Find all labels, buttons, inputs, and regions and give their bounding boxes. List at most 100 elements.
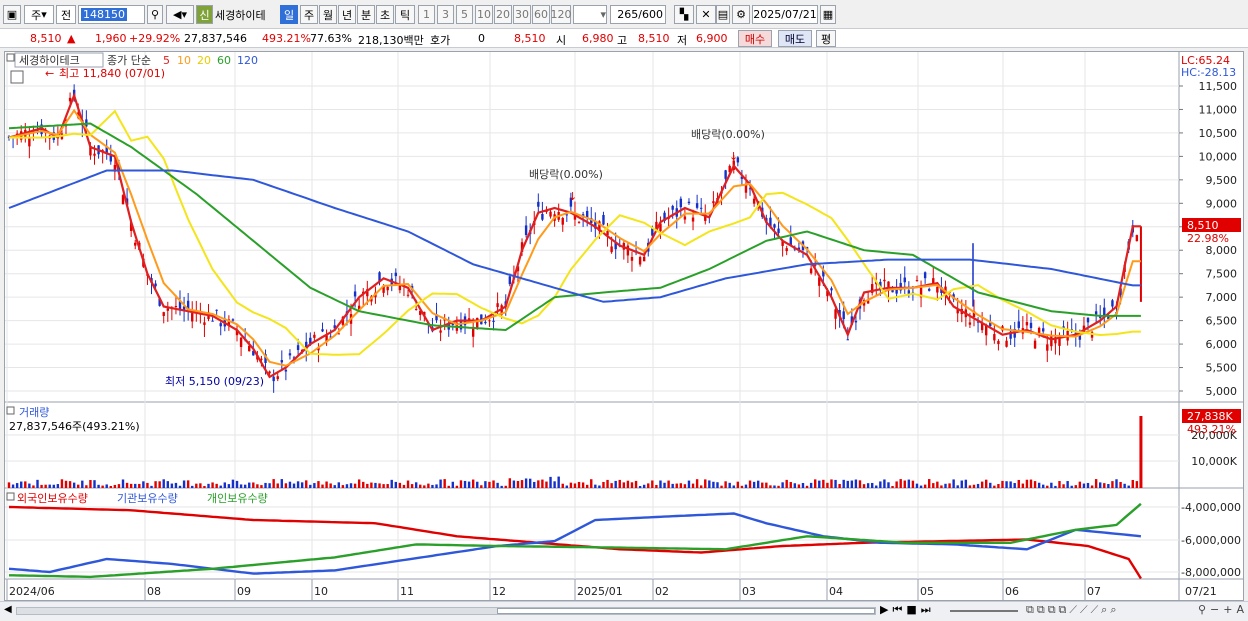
sound-icon[interactable]: ◀▾	[166, 5, 194, 24]
volume-bar	[985, 479, 988, 488]
candle-body	[524, 225, 528, 235]
volume-bar	[940, 485, 943, 488]
x-tick-label: 06	[1005, 585, 1019, 598]
candle-body	[296, 345, 300, 350]
candle-body	[508, 276, 512, 285]
period-month[interactable]: 월	[319, 5, 337, 24]
period-second[interactable]: 초	[376, 5, 394, 24]
volume-bar	[101, 485, 104, 488]
scrollbar-thumb[interactable]	[497, 608, 875, 614]
dividend-note-2: 배당락(0.00%)	[691, 128, 765, 141]
search-icon[interactable]: ⚲	[147, 5, 163, 24]
volume-bar	[459, 480, 463, 488]
volume-bar	[20, 481, 23, 488]
type-select[interactable]: 전	[56, 5, 76, 24]
crosshair-icon[interactable]: ✕	[696, 5, 716, 24]
volume-bar	[838, 483, 841, 488]
volume-bar	[370, 482, 373, 488]
period-day[interactable]: 일	[280, 5, 298, 24]
date-field[interactable]: 2025/07/21	[752, 5, 818, 24]
sell-button[interactable]: 매도	[778, 30, 812, 47]
gear-icon[interactable]: ⚙	[732, 5, 750, 24]
candle-body	[883, 279, 886, 282]
volume-bar	[663, 482, 666, 488]
interval-select[interactable]: ▾	[573, 5, 607, 24]
drawing-tools-icon[interactable]: ⧉⧉⧉⧉⟋⟋⟋⌕⌕	[1026, 603, 1120, 617]
sin-button[interactable]: 신	[196, 5, 213, 24]
up-arrow-icon: ▲	[67, 32, 76, 45]
playback-controls[interactable]: ▶⏮■⏭	[880, 603, 935, 617]
candle-body	[1025, 322, 1029, 326]
period-year[interactable]: 년	[338, 5, 356, 24]
code-input[interactable]: 148150	[78, 5, 145, 24]
period-tick[interactable]: 틱	[395, 5, 415, 24]
code-value: 148150	[81, 8, 127, 21]
save-icon[interactable]: ▤	[716, 5, 730, 24]
candle-body	[288, 353, 292, 356]
volume-bar	[48, 484, 51, 488]
holding-tick-label: -8,000,000	[1181, 566, 1241, 579]
eval-button[interactable]: 평	[816, 30, 836, 47]
volume-bar	[414, 482, 418, 488]
individual-holding-label: 개인보유수량	[207, 492, 268, 505]
volume-bar	[451, 481, 455, 488]
volume-bar	[976, 483, 980, 488]
volume-bar	[585, 484, 589, 488]
ma-5: 5	[163, 54, 170, 67]
interval-30[interactable]: 30	[513, 5, 531, 24]
interval-3[interactable]: 3	[437, 5, 454, 24]
candle-body	[997, 340, 1000, 345]
candle-body	[638, 257, 642, 265]
interval-5[interactable]: 5	[456, 5, 473, 24]
chart-area[interactable]: 11,50011,00010,50010,0009,5009,0008,5008…	[4, 51, 1244, 601]
volume-bar	[24, 481, 27, 488]
volume-bar	[447, 485, 450, 488]
buy-button[interactable]: 매수	[738, 30, 772, 47]
period-week[interactable]: 주	[300, 5, 318, 24]
volume-bar	[1074, 485, 1077, 488]
volume-bar	[81, 480, 84, 488]
count-field[interactable]: 265/600	[610, 5, 666, 24]
volume-bar	[40, 484, 43, 488]
holding-tick-label: -4,000,000	[1181, 501, 1241, 514]
hc-label: HC:-28.13	[1181, 66, 1236, 79]
volume-bar	[1058, 481, 1061, 488]
interval-1[interactable]: 1	[418, 5, 435, 24]
interval-120[interactable]: 120	[551, 5, 572, 24]
window-icon[interactable]: ▣	[3, 5, 21, 24]
table-icon[interactable]	[10, 70, 24, 84]
quote-volume-ratio: 493.21%	[262, 32, 311, 45]
volume-bar	[919, 485, 923, 488]
interval-20[interactable]: 20	[494, 5, 512, 24]
calendar-icon[interactable]: ▦	[820, 5, 836, 24]
volume-bar	[581, 482, 585, 488]
volume-bar	[997, 484, 1000, 488]
volume-bar	[427, 483, 430, 488]
interval-60[interactable]: 60	[532, 5, 550, 24]
market-select[interactable]: 주 ▾	[24, 5, 54, 24]
volume-bar	[325, 481, 328, 488]
zoom-controls-icon[interactable]: ⚲−+A	[1198, 603, 1248, 616]
volume-bar	[36, 479, 39, 488]
period-minute[interactable]: 분	[357, 5, 375, 24]
zoom-slider[interactable]	[950, 610, 1018, 612]
scroll-left-icon[interactable]: ◀	[4, 604, 12, 615]
candle-body	[642, 256, 646, 262]
scrollbar-track[interactable]	[16, 607, 876, 615]
quote-bar: 8,510 ▲ 1,960 +29.92% 27,837,546 493.21%…	[0, 28, 1248, 48]
candles	[7, 84, 1142, 393]
volume-bar	[651, 480, 654, 488]
chart-tool-icon[interactable]: ▚	[674, 5, 694, 24]
volume-bar	[1086, 482, 1090, 488]
volume-bar	[231, 479, 235, 488]
quote-open: 6,980	[582, 32, 614, 45]
candle-body	[239, 337, 243, 348]
interval-10[interactable]: 10	[475, 5, 493, 24]
candle-body	[1135, 235, 1139, 242]
volume-bar	[964, 479, 968, 488]
panel-toggle-icon[interactable]	[6, 53, 15, 62]
high-arrow-icon: ←	[45, 67, 54, 80]
volume-toggle-icon[interactable]	[6, 406, 15, 415]
holding-toggle-icon[interactable]	[6, 492, 15, 501]
market-select-value: 주	[31, 8, 42, 22]
